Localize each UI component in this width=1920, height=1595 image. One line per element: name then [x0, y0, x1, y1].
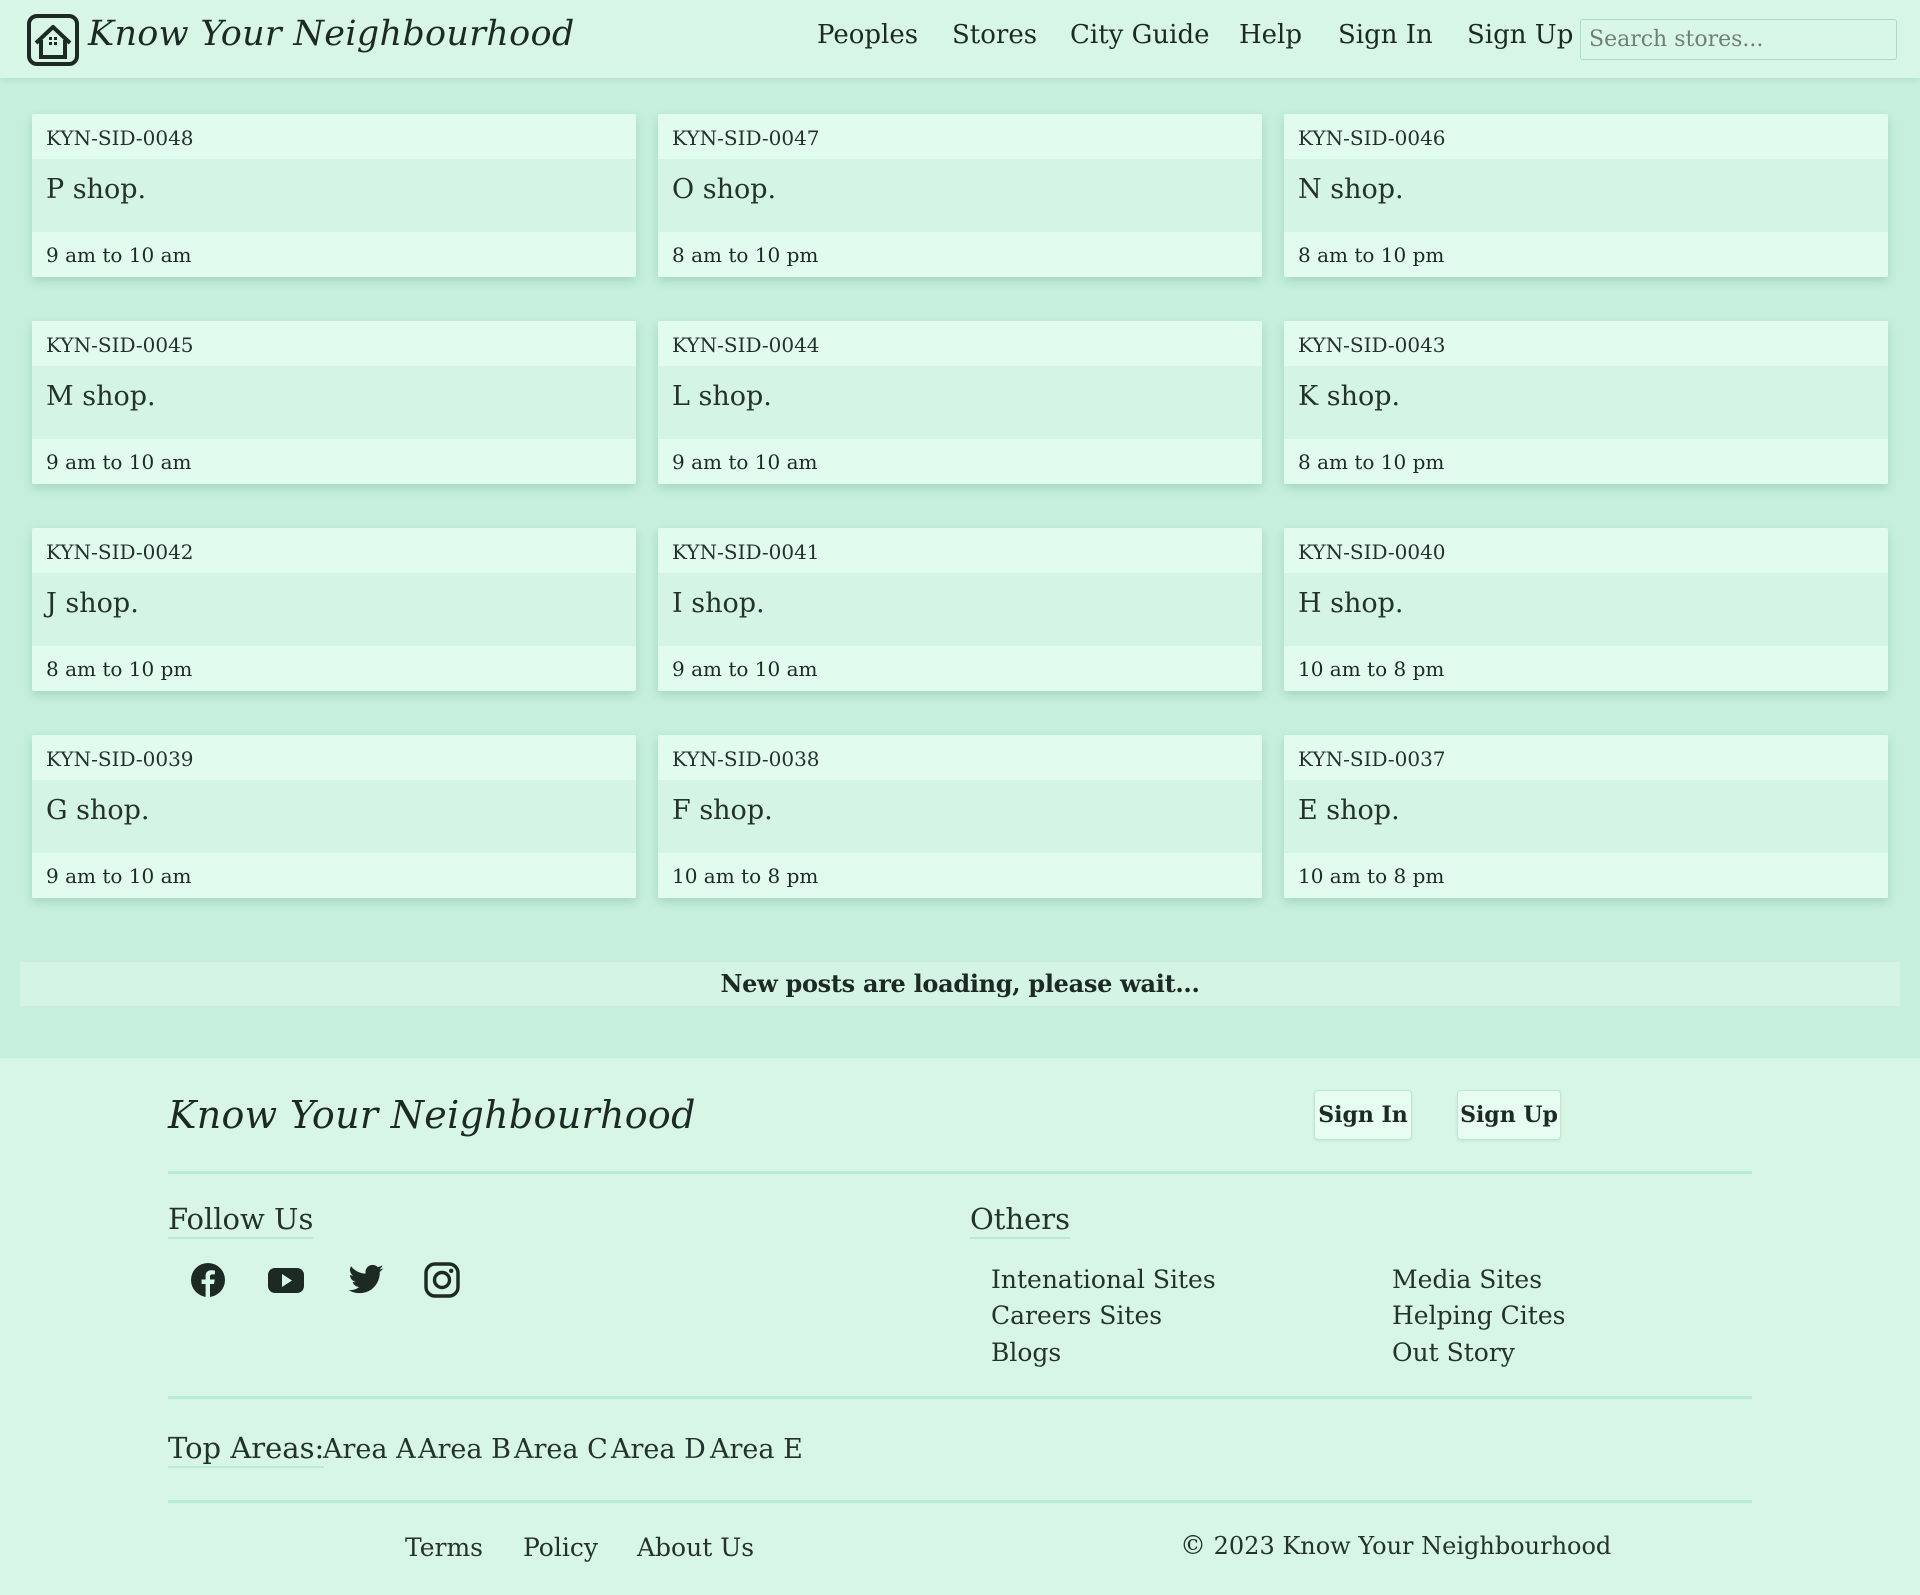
store-name: G shop. — [46, 795, 150, 826]
store-card[interactable]: KYN-SID-0037 E shop. 10 am to 8 pm — [1284, 735, 1888, 898]
divider — [168, 1171, 1752, 1174]
loading-message: New posts are loading, please wait... — [20, 962, 1900, 1006]
store-hours: 10 am to 8 pm — [1284, 646, 1888, 691]
store-name: J shop. — [46, 588, 139, 619]
store-hours: 8 am to 10 pm — [1284, 232, 1888, 277]
link-international-sites[interactable]: Intenational Sites — [991, 1265, 1216, 1294]
others-heading: Others — [970, 1202, 1071, 1239]
store-name: I shop. — [672, 588, 765, 619]
store-id: KYN-SID-0037 — [1284, 735, 1888, 780]
store-hours: 10 am to 8 pm — [658, 853, 1262, 898]
nav-peoples[interactable]: Peoples — [817, 20, 918, 50]
link-out-story[interactable]: Out Story — [1392, 1338, 1515, 1367]
store-card[interactable]: KYN-SID-0043 K shop. 8 am to 10 pm — [1284, 321, 1888, 484]
store-card[interactable]: KYN-SID-0045 M shop. 9 am to 10 am — [32, 321, 636, 484]
store-card[interactable]: KYN-SID-0046 N shop. 8 am to 10 pm — [1284, 114, 1888, 277]
link-helping-cites[interactable]: Helping Cites — [1392, 1301, 1565, 1330]
link-blogs[interactable]: Blogs — [991, 1338, 1061, 1367]
nav-stores[interactable]: Stores — [952, 20, 1037, 50]
store-name: O shop. — [672, 174, 777, 205]
store-card[interactable]: KYN-SID-0041 I shop. 9 am to 10 am — [658, 528, 1262, 691]
footer-sign-up-button[interactable]: Sign Up — [1457, 1090, 1561, 1140]
store-card[interactable]: KYN-SID-0042 J shop. 8 am to 10 pm — [32, 528, 636, 691]
area-link[interactable]: Area D — [611, 1434, 706, 1465]
area-link[interactable]: Area B — [418, 1434, 511, 1465]
area-link[interactable]: Area C — [514, 1434, 608, 1465]
store-hours: 10 am to 8 pm — [1284, 853, 1888, 898]
copyright-icon: © — [1180, 1531, 1206, 1561]
store-id: KYN-SID-0044 — [658, 321, 1262, 366]
link-careers-sites[interactable]: Careers Sites — [991, 1301, 1162, 1330]
store-id: KYN-SID-0041 — [658, 528, 1262, 573]
store-id: KYN-SID-0040 — [1284, 528, 1888, 573]
copyright: © 2023 Know Your Neighbourhood — [1180, 1531, 1611, 1561]
twitter-icon[interactable] — [347, 1261, 385, 1299]
youtube-icon[interactable] — [267, 1261, 305, 1299]
store-hours: 9 am to 10 am — [32, 232, 636, 277]
area-link[interactable]: Area E — [710, 1434, 803, 1465]
store-name: M shop. — [46, 381, 156, 412]
store-card[interactable]: KYN-SID-0039 G shop. 9 am to 10 am — [32, 735, 636, 898]
store-name: N shop. — [1298, 174, 1404, 205]
footer: Know Your Neighbourhood Sign In Sign Up … — [0, 1058, 1920, 1595]
store-name: P shop. — [46, 174, 147, 205]
instagram-icon[interactable] — [423, 1261, 461, 1299]
store-name: L shop. — [672, 381, 772, 412]
footer-brand[interactable]: Know Your Neighbourhood — [168, 1093, 696, 1137]
store-hours: 8 am to 10 pm — [32, 646, 636, 691]
store-name: K shop. — [1298, 381, 1401, 412]
store-id: KYN-SID-0046 — [1284, 114, 1888, 159]
store-id: KYN-SID-0042 — [32, 528, 636, 573]
store-hours: 8 am to 10 pm — [1284, 439, 1888, 484]
divider — [168, 1396, 1752, 1399]
about-us-link[interactable]: About Us — [637, 1533, 754, 1562]
nav-city-guide[interactable]: City Guide — [1070, 20, 1209, 50]
store-hours: 9 am to 10 am — [32, 853, 636, 898]
store-card[interactable]: KYN-SID-0044 L shop. 9 am to 10 am — [658, 321, 1262, 484]
terms-link[interactable]: Terms — [405, 1533, 483, 1562]
store-card[interactable]: KYN-SID-0048 P shop. 9 am to 10 am — [32, 114, 636, 277]
store-name: E shop. — [1298, 795, 1400, 826]
store-id: KYN-SID-0038 — [658, 735, 1262, 780]
store-card[interactable]: KYN-SID-0047 O shop. 8 am to 10 pm — [658, 114, 1262, 277]
store-hours: 8 am to 10 pm — [658, 232, 1262, 277]
footer-sign-in-button[interactable]: Sign In — [1314, 1090, 1412, 1140]
link-media-sites[interactable]: Media Sites — [1392, 1265, 1542, 1294]
store-id: KYN-SID-0045 — [32, 321, 636, 366]
copyright-text: 2023 Know Your Neighbourhood — [1213, 1532, 1612, 1560]
store-name: H shop. — [1298, 588, 1404, 619]
area-link[interactable]: Area A — [323, 1434, 416, 1465]
store-name: F shop. — [672, 795, 773, 826]
nav-help[interactable]: Help — [1239, 20, 1302, 50]
top-areas-label: Top Areas: — [168, 1431, 325, 1468]
facebook-icon[interactable] — [189, 1261, 227, 1299]
store-hours: 9 am to 10 am — [658, 439, 1262, 484]
store-hours: 9 am to 10 am — [658, 646, 1262, 691]
follow-us-heading: Follow Us — [168, 1202, 314, 1239]
store-id: KYN-SID-0039 — [32, 735, 636, 780]
divider — [168, 1500, 1752, 1503]
store-id: KYN-SID-0047 — [658, 114, 1262, 159]
store-card[interactable]: KYN-SID-0040 H shop. 10 am to 8 pm — [1284, 528, 1888, 691]
store-id: KYN-SID-0043 — [1284, 321, 1888, 366]
search-input[interactable] — [1580, 19, 1897, 60]
nav-sign-in[interactable]: Sign In — [1338, 20, 1433, 50]
store-card[interactable]: KYN-SID-0038 F shop. 10 am to 8 pm — [658, 735, 1262, 898]
nav-sign-up[interactable]: Sign Up — [1467, 20, 1573, 50]
policy-link[interactable]: Policy — [523, 1533, 598, 1562]
store-id: KYN-SID-0048 — [32, 114, 636, 159]
navbar: Know Your Neighbourhood Peoples Stores C… — [0, 0, 1920, 78]
store-hours: 9 am to 10 am — [32, 439, 636, 484]
